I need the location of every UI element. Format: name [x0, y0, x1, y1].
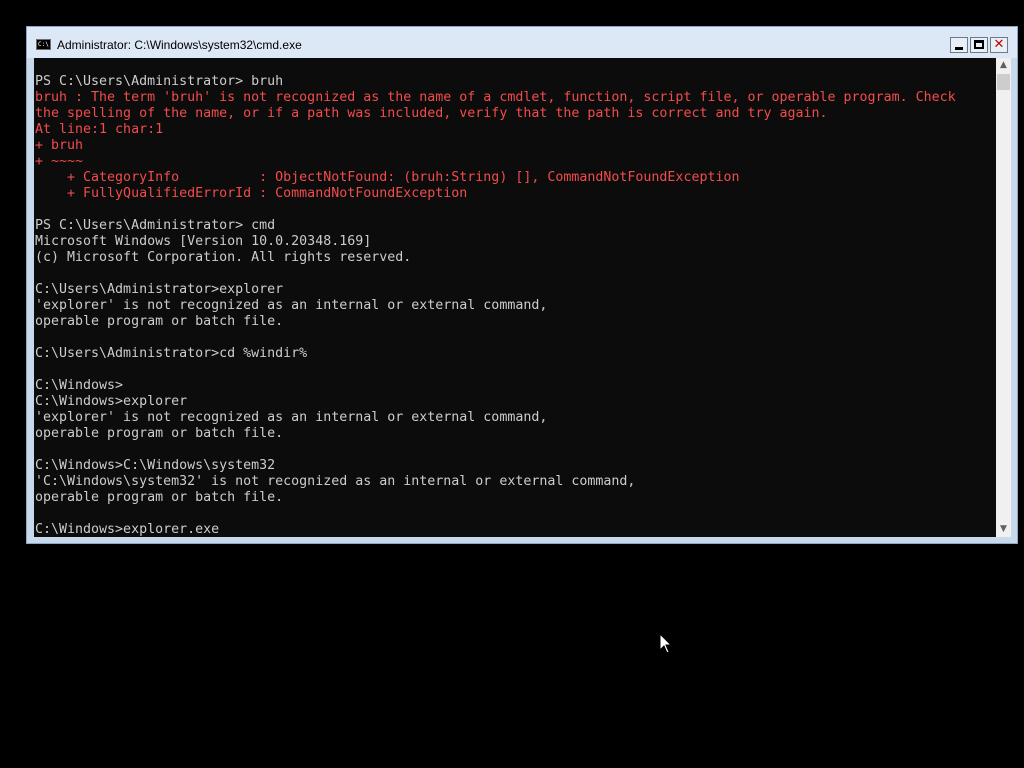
- console-lines: PS C:\Users\Administrator> bruh bruh : Th…: [35, 74, 956, 537]
- desktop: C:\ Administrator: C:\Windows\system32\c…: [0, 0, 1024, 768]
- console-line: PS C:\Users\Administrator> cmd: [35, 218, 276, 233]
- console-line: operable program or batch file.: [35, 314, 284, 329]
- minimize-icon: [955, 47, 963, 50]
- console-line: operable program or batch file.: [35, 426, 284, 441]
- maximize-icon: [974, 40, 984, 49]
- title-bar[interactable]: C:\ Administrator: C:\Windows\system32\c…: [27, 27, 1017, 58]
- cmd-icon[interactable]: C:\: [36, 39, 51, 50]
- minimize-button[interactable]: [950, 37, 968, 53]
- console-output[interactable]: PS C:\Users\Administrator> bruh bruh : Th…: [34, 58, 996, 537]
- console-line: + FullyQualifiedErrorId : CommandNotFoun…: [35, 186, 468, 201]
- console-line: 'explorer' is not recognized as an inter…: [35, 298, 548, 313]
- console-line: + bruh: [35, 138, 84, 153]
- console-line: (c) Microsoft Corporation. All rights re…: [35, 250, 412, 265]
- console-line: operable program or batch file.: [35, 490, 284, 505]
- vertical-scrollbar[interactable]: ▲ ▼: [996, 58, 1011, 537]
- console-line: bruh : The term 'bruh' is not recognized…: [35, 90, 956, 105]
- close-button[interactable]: ✕: [990, 37, 1008, 53]
- close-icon: ✕: [993, 37, 1005, 52]
- console-line: the spelling of the name, or if a path w…: [35, 106, 828, 121]
- window-title: Administrator: C:\Windows\system32\cmd.e…: [57, 38, 302, 52]
- scroll-down-icon[interactable]: ▼: [996, 522, 1011, 537]
- maximize-button[interactable]: [970, 37, 988, 53]
- console-line: C:\Users\Administrator>explorer: [35, 282, 284, 297]
- console-line: C:\Windows>: [35, 378, 124, 393]
- console-line: Microsoft Windows [Version 10.0.20348.16…: [35, 234, 372, 249]
- arrow-cursor-icon: [659, 633, 673, 654]
- console-line: At line:1 char:1: [35, 122, 164, 137]
- console-line: + CategoryInfo : ObjectNotFound: (bruh:S…: [35, 170, 740, 185]
- console-line: C:\Windows>C:\Windows\system32: [35, 458, 276, 473]
- console-line: 'explorer' is not recognized as an inter…: [35, 410, 548, 425]
- console-line: C:\Windows>explorer.exe: [35, 522, 220, 537]
- console-line: + ~~~~: [35, 154, 84, 169]
- console-line: C:\Users\Administrator>cd %windir%: [35, 346, 308, 361]
- scroll-up-icon[interactable]: ▲: [996, 58, 1011, 73]
- cmd-window: C:\ Administrator: C:\Windows\system32\c…: [26, 26, 1018, 544]
- console-line: C:\Windows>explorer: [35, 394, 188, 409]
- console-line: PS C:\Users\Administrator> bruh: [35, 74, 284, 89]
- scroll-thumb[interactable]: [997, 74, 1010, 90]
- console-line: 'C:\Windows\system32' is not recognized …: [35, 474, 636, 489]
